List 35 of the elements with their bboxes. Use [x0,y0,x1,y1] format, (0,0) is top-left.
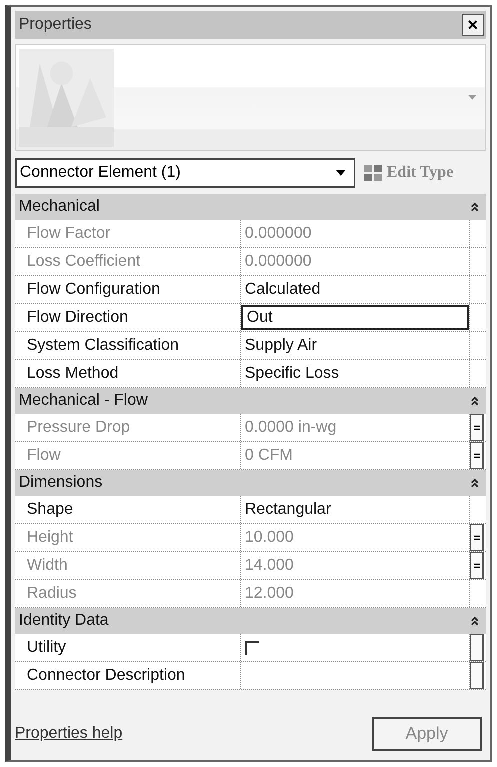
group-header[interactable]: Dimensions [15,470,486,496]
property-label: Loss Method [15,360,241,387]
group-header[interactable]: Identity Data [15,608,486,634]
collapse-icon[interactable] [470,478,480,488]
property-label: Flow Configuration [15,276,241,303]
dropdown-arrow-icon[interactable] [336,170,346,176]
property-label: Height [15,524,241,551]
edit-type-icon [363,163,383,183]
property-value[interactable]: Rectangular [241,496,469,523]
collapse-icon[interactable] [470,616,480,626]
property-label: Flow Factor [15,220,241,247]
group-header[interactable]: Mechanical [15,194,486,220]
property-label: System Classification [15,332,241,359]
property-label: Loss Coefficient [15,248,241,275]
collapse-icon[interactable] [470,396,480,406]
group-header[interactable]: Mechanical - Flow [15,388,486,414]
associate-parameter-button[interactable] [470,634,484,661]
window-title: Properties [19,16,92,34]
close-button[interactable]: × [462,14,484,36]
property-value[interactable]: Specific Loss [241,360,469,387]
associate-parameter-button[interactable] [470,662,484,689]
type-selector[interactable]: Connector Element (1) [15,158,355,188]
property-label: Flow Direction [15,304,241,331]
property-label: Utility [15,634,241,661]
property-label: Radius [15,580,241,607]
property-value[interactable]: Out [241,305,469,330]
property-label: Pressure Drop [15,414,241,441]
help-link[interactable]: Properties help [15,725,123,743]
property-value[interactable]: Supply Air [241,332,469,359]
collapse-icon[interactable] [470,202,480,212]
property-value[interactable]: Calculated [241,276,469,303]
property-label: Shape [15,496,241,523]
property-label: Flow [15,442,241,469]
property-label: Connector Description [15,662,241,689]
property-label: Width [15,552,241,579]
